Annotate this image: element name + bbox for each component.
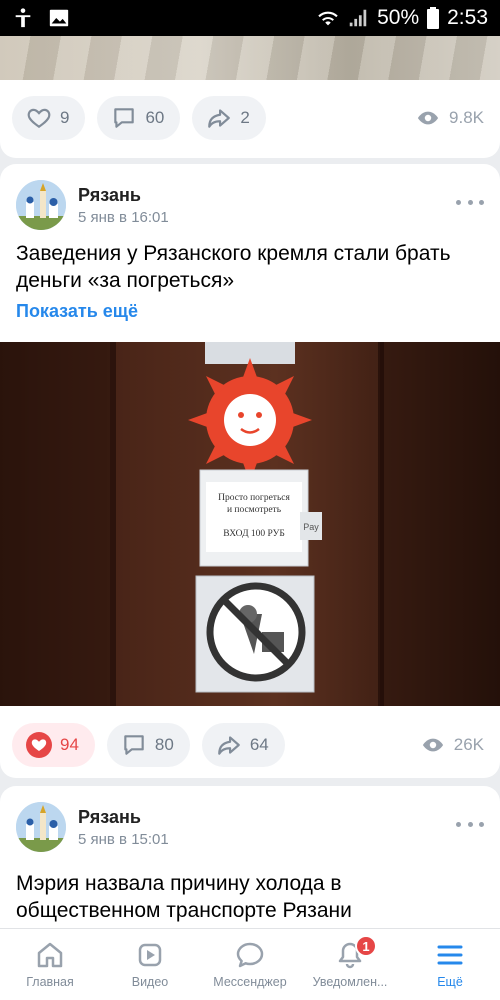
heart-filled-icon (26, 732, 52, 758)
sign-line-3: ВХОД 100 РУБ (223, 529, 285, 539)
like-count: 9 (60, 108, 70, 127)
notification-badge: 1 (355, 935, 377, 957)
share-count: 2 (240, 108, 250, 127)
more-options-button[interactable] (456, 814, 484, 834)
battery-percent: 50% (377, 6, 420, 29)
menu-icon (437, 945, 463, 965)
views-count: 9.8K (449, 108, 484, 127)
post-photo[interactable]: Просто погреться и посмотреть ВХОД 100 Р… (0, 342, 500, 706)
status-bar: 50% 2:53 (0, 0, 500, 36)
nav-label: Видео (131, 975, 169, 989)
avatar[interactable] (16, 180, 66, 230)
views: 26K (422, 734, 484, 756)
door-photo-image: Просто погреться и посмотреть ВХОД 100 Р… (0, 342, 500, 706)
nav-messenger[interactable]: Мессенджер (200, 929, 300, 1000)
share-arrow-icon (208, 109, 231, 128)
post-author[interactable]: Рязань (78, 807, 169, 828)
share-count: 64 (249, 735, 269, 754)
comment-button[interactable]: 80 (106, 723, 190, 767)
comment-icon (124, 735, 144, 755)
nav-label: Ещё (437, 975, 463, 989)
pay-sticker-label: Pay (303, 522, 319, 532)
post-date[interactable]: 5 янв в 16:01 (78, 209, 169, 226)
previous-post-card: 9 60 2 9.8K (0, 80, 500, 158)
sign-line-1: Просто погреться (218, 493, 290, 503)
nav-label: Мессенджер (213, 975, 287, 989)
more-options-button[interactable] (456, 192, 484, 212)
kremlin-avatar-icon (16, 802, 66, 852)
battery-icon (427, 7, 440, 29)
nav-video[interactable]: Видео (100, 929, 200, 1000)
show-more-link[interactable]: Показать ещё (16, 301, 138, 322)
views-count: 26K (453, 735, 484, 754)
nav-notifications[interactable]: 1 Уведомлен... (300, 929, 400, 1000)
like-button[interactable]: 94 (12, 723, 95, 767)
signal-icon (349, 9, 367, 27)
heart-icon (27, 108, 51, 128)
comment-count: 80 (154, 735, 174, 754)
sign-line-2: и посмотреть (227, 505, 282, 515)
wifi-icon (318, 11, 338, 26)
like-count: 94 (60, 735, 79, 754)
comment-count: 60 (145, 108, 165, 127)
nav-home[interactable]: Главная (0, 929, 100, 1000)
comment-icon (114, 108, 135, 128)
like-button[interactable]: 9 (12, 96, 86, 140)
avatar[interactable] (16, 802, 66, 852)
eye-icon (422, 738, 443, 752)
share-button[interactable]: 64 (201, 723, 285, 767)
share-button[interactable]: 2 (192, 96, 266, 140)
previous-post-photo[interactable] (0, 36, 500, 80)
share-arrow-icon (218, 736, 240, 755)
post-text: Заведения у Рязанского кремля стали брат… (16, 242, 451, 292)
kremlin-avatar-icon (16, 180, 66, 230)
eye-icon (417, 111, 439, 125)
views: 9.8K (417, 107, 484, 129)
home-icon (37, 942, 63, 968)
video-icon (138, 943, 162, 967)
accessibility-icon (15, 8, 31, 28)
post-date[interactable]: 5 янв в 15:01 (78, 831, 169, 848)
clock: 2:53 (447, 6, 488, 29)
post-author[interactable]: Рязань (78, 185, 169, 206)
image-icon (49, 9, 69, 27)
post-text: Мэрия назвала причину холода в обществен… (16, 872, 352, 922)
bottom-navigation: Главная Видео Мессенджер 1 Уведомлен... … (0, 928, 500, 1000)
nav-label: Уведомлен... (312, 975, 388, 989)
chat-bubble-icon (236, 942, 264, 968)
nav-more[interactable]: Ещё (400, 929, 500, 1000)
comment-button[interactable]: 60 (97, 96, 181, 140)
nav-label: Главная (26, 975, 74, 989)
